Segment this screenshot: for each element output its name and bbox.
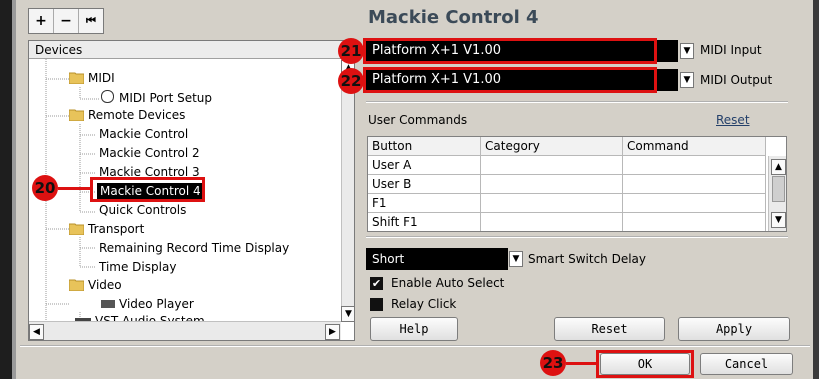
tree-item-remote-devices[interactable]: Remote Devices: [69, 107, 185, 124]
user-commands-label: User Commands: [368, 113, 468, 127]
scroll-left-icon[interactable]: ◀: [29, 324, 44, 340]
table-row[interactable]: User A: [368, 155, 766, 175]
chevron-down-icon[interactable]: ▼: [680, 72, 694, 88]
scroll-up-icon[interactable]: ▲: [771, 159, 786, 175]
cell-category[interactable]: [480, 212, 623, 231]
tree-item-midi-port-setup[interactable]: MIDI Port Setup: [101, 90, 212, 107]
column-header-category: Category: [480, 137, 623, 156]
midi-port-icon: [101, 90, 114, 103]
reset-device-button[interactable]: ⏮: [79, 9, 103, 33]
help-button[interactable]: Help: [370, 317, 458, 341]
tree-item-quick-controls[interactable]: Quick Controls: [99, 202, 186, 219]
smart-switch-delay-select[interactable]: Short: [366, 248, 508, 270]
tree-horizontal-scrollbar[interactable]: ◀ ▶: [29, 321, 341, 340]
scroll-down-icon[interactable]: ▼: [341, 306, 354, 322]
relay-click-checkbox[interactable]: [370, 298, 383, 311]
user-commands-table[interactable]: Button Category Command User A User B F1…: [367, 136, 787, 232]
relay-click-label: Relay Click: [391, 297, 457, 311]
smart-switch-delay-label: Smart Switch Delay: [528, 252, 647, 266]
column-header-command: Command: [622, 137, 766, 156]
tree-item-video[interactable]: Video: [69, 277, 122, 294]
footer-divider: [20, 345, 810, 347]
chevron-down-icon[interactable]: ▼: [680, 43, 694, 59]
callout-box-22: [363, 67, 657, 93]
remove-device-button[interactable]: −: [54, 9, 79, 33]
callout-line-20: [58, 187, 90, 190]
reset-button[interactable]: Reset: [554, 317, 665, 341]
cell-command[interactable]: [622, 174, 766, 194]
cell-command[interactable]: [622, 193, 766, 213]
plus-icon: +: [35, 13, 47, 29]
cell-command[interactable]: [622, 155, 766, 175]
left-window-edge: [0, 0, 12, 379]
cell-command[interactable]: [622, 212, 766, 231]
callout-badge-23: 23: [540, 350, 566, 376]
midi-output-label: MIDI Output: [700, 73, 773, 87]
reset-commands-link[interactable]: Reset: [716, 113, 750, 127]
scroll-down-icon[interactable]: ▼: [771, 212, 786, 228]
video-player-icon: [101, 300, 115, 308]
callout-box-21: [363, 38, 657, 64]
left-window-border: [12, 0, 16, 379]
table-scrollbar[interactable]: ▲ ▼: [768, 156, 786, 231]
right-window-edge: [813, 0, 819, 379]
cell-button[interactable]: User A: [368, 155, 481, 175]
midi-input-label: MIDI Input: [700, 43, 762, 57]
device-title: Mackie Control 4: [368, 7, 539, 28]
folder-icon: [69, 72, 84, 84]
scroll-thumb[interactable]: [772, 176, 785, 202]
column-header-button: Button: [368, 137, 481, 156]
table-header-row: Button Category Command: [368, 137, 766, 156]
cell-button[interactable]: F1: [368, 193, 481, 213]
cell-category[interactable]: [480, 174, 623, 194]
device-toolbar: + − ⏮: [28, 8, 104, 34]
callout-box-20: [90, 177, 205, 202]
divider: [366, 101, 788, 103]
folder-icon: [69, 223, 84, 235]
cell-category[interactable]: [480, 155, 623, 175]
tree-item-mackie-control-2[interactable]: Mackie Control 2: [99, 145, 200, 162]
callout-badge-22: 22: [338, 68, 364, 94]
folder-icon: [69, 279, 84, 291]
tree-item-transport[interactable]: Transport: [69, 221, 144, 238]
enable-auto-select-label: Enable Auto Select: [391, 276, 505, 290]
folder-icon: [69, 109, 84, 121]
apply-button[interactable]: Apply: [678, 317, 790, 341]
tree-item-time-display[interactable]: Time Display: [99, 259, 176, 276]
tree-item-mackie-control[interactable]: Mackie Control: [99, 126, 188, 143]
tree-item-remaining-record-time[interactable]: Remaining Record Time Display: [99, 240, 289, 257]
add-device-button[interactable]: +: [29, 9, 54, 33]
cancel-button[interactable]: Cancel: [700, 353, 793, 375]
tree-item-video-player[interactable]: Video Player: [101, 296, 194, 313]
tree-vertical-scrollbar[interactable]: ▲ ▼: [341, 60, 354, 322]
table-row[interactable]: User B: [368, 174, 766, 194]
scroll-right-icon[interactable]: ▶: [325, 324, 340, 340]
chevron-down-icon[interactable]: ▼: [509, 251, 523, 267]
callout-line-23: [566, 362, 596, 365]
table-row[interactable]: F1: [368, 193, 766, 213]
enable-auto-select-checkbox[interactable]: ✔: [370, 277, 383, 290]
skip-back-icon: ⏮: [86, 14, 96, 27]
callout-box-23: [596, 350, 694, 378]
cell-button[interactable]: User B: [368, 174, 481, 194]
divider: [366, 236, 788, 238]
table-row[interactable]: Shift F1: [368, 212, 766, 231]
cell-button[interactable]: Shift F1: [368, 212, 481, 231]
devices-tree-header: Devices: [29, 41, 354, 59]
minus-icon: −: [60, 13, 72, 29]
cell-category[interactable]: [480, 193, 623, 213]
tree-item-midi[interactable]: MIDI: [69, 70, 115, 87]
callout-badge-20: 20: [32, 175, 58, 201]
callout-badge-21: 21: [338, 38, 364, 64]
